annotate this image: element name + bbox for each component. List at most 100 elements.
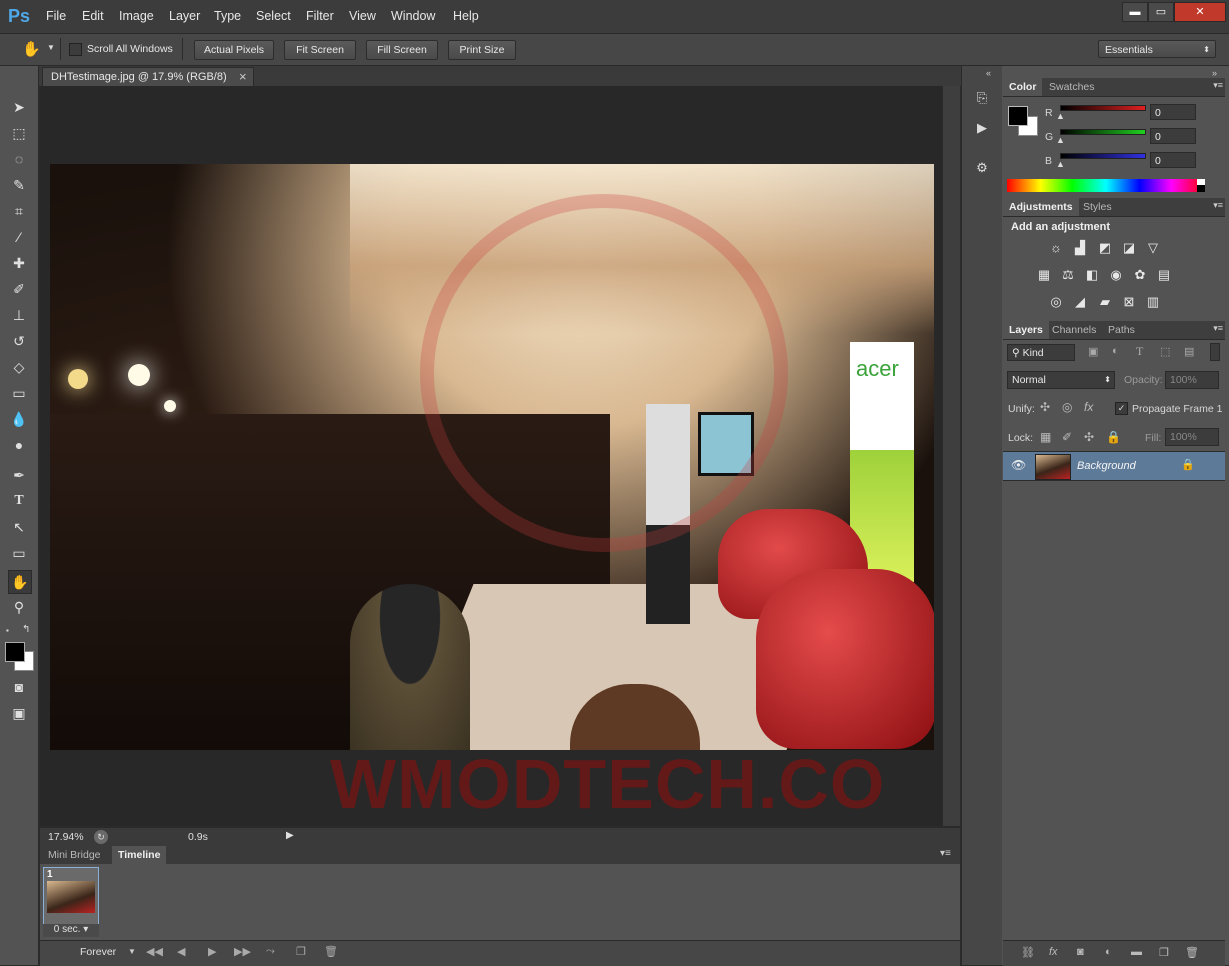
type-tool-icon[interactable]: T [8,490,30,512]
visibility-eye-icon[interactable]: 👁 [1011,458,1026,472]
levels-icon[interactable]: ▟ [1072,240,1088,256]
black-white-icon[interactable]: ◧ [1084,267,1100,283]
zoom-level[interactable]: 17.94% [48,831,84,843]
blend-mode-select[interactable]: Normal ⬍ [1007,371,1115,389]
maximize-button[interactable]: ▭ [1148,2,1174,22]
threshold-icon[interactable]: ▰ [1097,294,1113,310]
path-selection-tool-icon[interactable]: ↖ [8,516,30,538]
exposure-icon[interactable]: ◪ [1121,240,1137,256]
eraser-tool-icon[interactable]: ◇ [8,356,30,378]
opacity-field[interactable]: 100% [1165,371,1219,389]
lock-image-icon[interactable]: ✐ [1062,430,1072,444]
clone-stamp-tool-icon[interactable]: ⊥ [8,304,30,326]
gradient-tool-icon[interactable]: ▭ [8,382,30,404]
preview-icon[interactable]: ↻ [94,830,108,844]
loop-options[interactable]: Forever [80,946,116,958]
status-menu-arrow-icon[interactable]: ▶ [286,830,294,841]
quick-mask-icon[interactable]: ◙ [8,676,30,698]
rectangle-tool-icon[interactable]: ▭ [8,542,30,564]
tab-styles[interactable]: Styles [1077,198,1118,216]
color-spectrum-bar[interactable] [1007,179,1205,192]
layer-row[interactable]: 👁 Background 🔒 [1003,451,1225,481]
color-balance-icon[interactable]: ⚖ [1060,267,1076,283]
delete-layer-icon[interactable]: 🗑 [1185,946,1199,959]
foreground-color-swatch[interactable] [1008,106,1028,126]
fill-field[interactable]: 100% [1165,428,1219,446]
minimize-button[interactable]: ▬ [1122,2,1148,22]
loop-chevron-icon[interactable]: ▼ [128,947,136,956]
layer-name[interactable]: Background [1077,460,1136,472]
tab-mini-bridge[interactable]: Mini Bridge [48,849,101,861]
hand-tool-icon[interactable]: ✋ [8,570,32,594]
lasso-tool-icon[interactable]: ◌ [8,148,30,170]
lock-position-icon[interactable]: ✣ [1084,430,1094,444]
vibrance-icon[interactable]: ▽ [1145,240,1161,256]
blur-tool-icon[interactable]: 💧 [8,408,30,430]
channel-mixer-icon[interactable]: ✿ [1132,267,1148,283]
tab-paths[interactable]: Paths [1102,321,1141,339]
gradient-map-icon[interactable]: ▥ [1145,294,1161,310]
duplicate-frame-icon[interactable]: ❐ [296,945,306,958]
workspace-select[interactable]: Essentials ⬍ [1098,40,1216,58]
panel-menu-icon[interactable]: ▾≡ [1213,323,1223,334]
photo-filter-icon[interactable]: ◉ [1108,267,1124,283]
scroll-all-windows-checkbox[interactable] [69,43,82,56]
menu-help[interactable]: Help [453,9,479,23]
tab-adjustments[interactable]: Adjustments [1003,198,1079,216]
menu-view[interactable]: View [349,9,376,23]
print-size-button[interactable]: Print Size [448,40,516,60]
invert-icon[interactable]: ◎ [1048,294,1064,310]
tab-layers[interactable]: Layers [1003,321,1049,339]
tween-icon[interactable]: ⤳ [266,945,275,958]
document-tab[interactable]: DHTestimage.jpg @ 17.9% (RGB/8) × [42,67,254,87]
selective-color-icon[interactable]: ⊠ [1121,294,1137,310]
tab-swatches[interactable]: Swatches [1043,78,1101,96]
play-icon[interactable]: ▶ [208,945,216,958]
actions-panel-icon[interactable]: ▶ [972,120,992,140]
slider-thumb-icon[interactable]: ▲ [1056,159,1065,169]
filter-adjustment-icon[interactable]: ◐ [1112,345,1119,357]
move-tool-icon[interactable]: ➤ [8,96,30,118]
fit-screen-button[interactable]: Fit Screen [284,40,356,60]
hand-tool-icon[interactable]: ✋ [22,40,41,58]
healing-brush-tool-icon[interactable]: ✚ [8,252,30,274]
propagate-frame-checkbox[interactable]: ✓ [1115,402,1128,415]
dodge-tool-icon[interactable]: ● [8,434,30,456]
close-button[interactable]: ✕ [1174,2,1226,22]
vertical-scrollbar[interactable] [943,86,960,826]
menu-file[interactable]: File [46,9,66,23]
tab-color[interactable]: Color [1003,78,1043,96]
menu-image[interactable]: Image [119,9,154,23]
unify-visibility-icon[interactable]: ◎ [1062,400,1072,414]
swap-colors-icon[interactable]: ↰ [22,624,30,635]
new-layer-icon[interactable]: ❐ [1159,946,1169,959]
timeline-frame[interactable]: 1 [43,867,99,925]
collapse-dock-icon[interactable]: « [986,68,991,78]
filter-toggle[interactable] [1210,343,1220,361]
next-frame-icon[interactable]: ▶▶ [234,945,251,958]
collapse-panels-icon[interactable]: » [1212,68,1217,78]
filter-type-icon[interactable]: T [1136,344,1143,359]
unify-style-icon[interactable]: fx [1084,400,1093,414]
quick-selection-tool-icon[interactable]: ✎ [8,174,30,196]
brush-tool-icon[interactable]: ✐ [8,278,30,300]
filter-shape-icon[interactable]: ⬚ [1160,345,1170,358]
document-image[interactable]: acer [50,164,934,750]
hue-saturation-icon[interactable]: ▦ [1036,267,1052,283]
menu-type[interactable]: Type [214,9,241,23]
filter-smart-object-icon[interactable]: ▤ [1184,345,1194,358]
tool-preset-chevron-icon[interactable]: ▼ [47,43,55,52]
tab-channels[interactable]: Channels [1046,321,1102,339]
history-brush-tool-icon[interactable]: ↺ [8,330,30,352]
menu-select[interactable]: Select [256,9,291,23]
brightness-contrast-icon[interactable]: ☼ [1048,240,1064,256]
delete-frame-icon[interactable]: 🗑 [324,945,338,958]
red-value-field[interactable]: 0 [1150,104,1196,120]
actual-pixels-button[interactable]: Actual Pixels [194,40,274,60]
red-slider[interactable] [1060,105,1146,111]
posterize-icon[interactable]: ◢ [1072,294,1088,310]
zoom-tool-icon[interactable]: ⚲ [8,596,30,618]
color-lookup-icon[interactable]: ▤ [1156,267,1172,283]
foreground-color-swatch[interactable] [5,642,25,662]
tab-timeline[interactable]: Timeline [112,846,167,864]
